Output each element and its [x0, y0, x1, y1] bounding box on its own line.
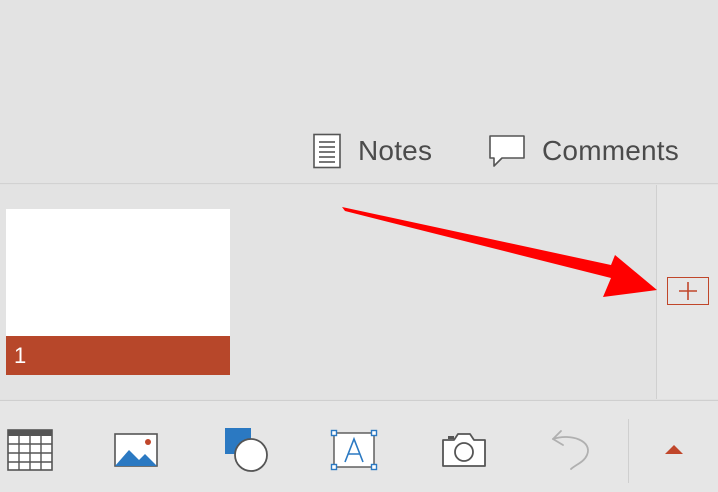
comments-label: Comments [542, 135, 679, 166]
undo-icon [549, 427, 595, 473]
insert-toolbar [0, 400, 718, 492]
insert-shapes-button[interactable] [218, 425, 274, 475]
notes-button[interactable]: Notes [312, 130, 432, 172]
undo-button[interactable] [544, 425, 600, 475]
textbox-icon [330, 429, 378, 471]
slide-thumbnail-strip: 1 [0, 185, 656, 399]
table-icon [3, 428, 53, 472]
expand-toolbar-button[interactable] [652, 433, 696, 469]
caret-up-icon [664, 442, 684, 460]
slide-thumbnail-title-bar [6, 336, 230, 375]
speech-bubble-icon [488, 134, 526, 168]
notes-label: Notes [358, 135, 433, 166]
insert-table-button[interactable] [0, 425, 56, 475]
camera-button[interactable] [436, 425, 492, 475]
comments-button[interactable]: Comments [488, 130, 679, 172]
insert-textbox-button[interactable] [326, 425, 382, 475]
slide-number: 1 [14, 343, 27, 368]
camera-icon [440, 431, 488, 469]
shapes-icon [221, 426, 271, 474]
notes-page-icon [312, 133, 342, 169]
new-slide-panel [656, 185, 718, 399]
new-slide-button[interactable] [667, 277, 709, 305]
view-bar: Notes Comments [0, 0, 718, 184]
toolbar-divider [628, 419, 629, 483]
insert-picture-button[interactable] [108, 425, 164, 475]
slide-thumbnail[interactable]: 1 [6, 209, 230, 375]
picture-icon [113, 432, 159, 468]
